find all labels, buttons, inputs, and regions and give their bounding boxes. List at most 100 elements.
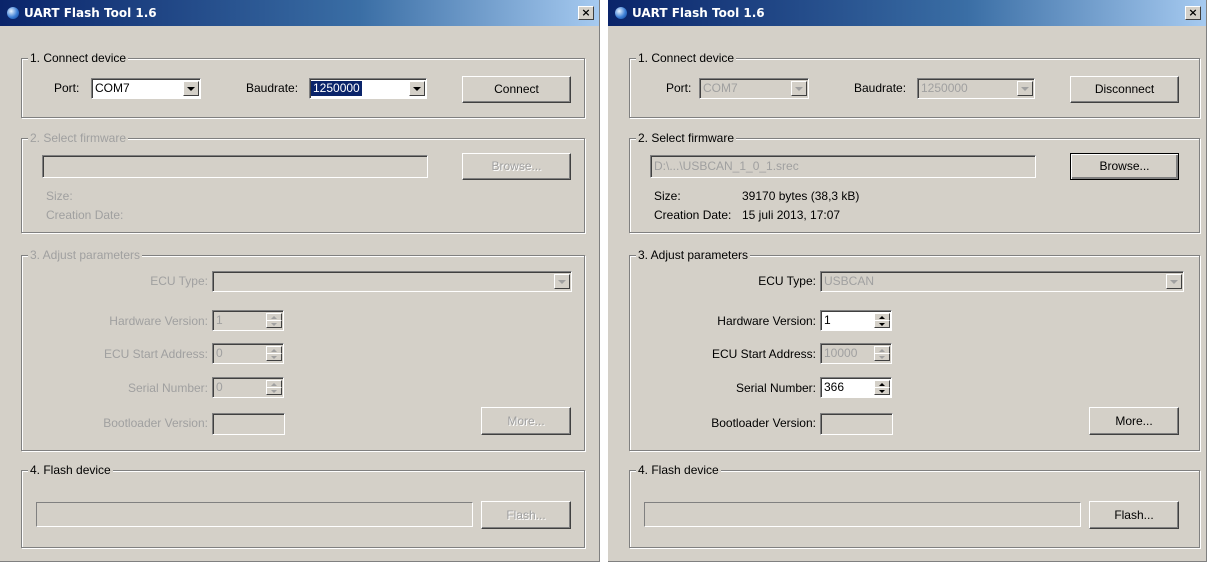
arrow-down-icon: [879, 356, 885, 359]
spin-down-button[interactable]: [874, 320, 890, 328]
port-value: COM7: [703, 81, 738, 95]
baudrate-dropdown[interactable]: 1250000: [917, 78, 1035, 99]
window-title: UART Flash Tool 1.6: [24, 6, 157, 20]
app-icon: [7, 7, 19, 19]
connect-button[interactable]: Connect: [462, 76, 571, 103]
select-firmware-legend: 2. Select firmware: [636, 131, 737, 145]
ecu-type-dropdown[interactable]: [212, 271, 572, 292]
arrow-up-icon: [879, 383, 885, 386]
flash-device-group: 4. Flash device Flash...: [629, 463, 1200, 548]
arrow-up-icon: [271, 349, 277, 352]
arrow-down-icon: [879, 323, 885, 326]
creation-date-value: 15 juli 2013, 17:07: [742, 208, 841, 222]
chevron-down-icon: [413, 86, 421, 91]
connect-device-legend: 1. Connect device: [636, 51, 737, 65]
close-icon[interactable]: ×: [578, 6, 594, 20]
serial-number-spinner[interactable]: 366: [820, 377, 892, 398]
flash-device-group: 4. Flash device Flash...: [21, 463, 585, 548]
hardware-version-spinner[interactable]: 1: [212, 310, 284, 331]
baudrate-dropdown-button[interactable]: [409, 81, 425, 96]
bootloader-version-field: [820, 413, 893, 435]
port-label: Port:: [666, 81, 692, 95]
port-dropdown[interactable]: COM7: [699, 78, 809, 99]
serial-number-label: Serial Number:: [127, 381, 208, 395]
select-firmware-group: 2. Select firmware Browse... Size: Creat…: [21, 131, 585, 233]
adjust-parameters-group: 3. Adjust parameters ECU Type: USBCAN Ha…: [629, 248, 1200, 451]
serial-number-value: 366: [824, 380, 845, 394]
flash-button[interactable]: Flash...: [481, 501, 571, 529]
spin-down-button[interactable]: [266, 320, 282, 328]
arrow-down-icon: [271, 356, 277, 359]
chevron-down-icon: [187, 86, 195, 91]
baudrate-label: Baudrate:: [246, 81, 299, 95]
flash-tool-window-connected: UART Flash Tool 1.6 × 1. Connect device …: [608, 0, 1207, 562]
ecu-start-address-spinner[interactable]: 0: [212, 343, 284, 364]
port-value: COM7: [95, 81, 130, 95]
close-icon[interactable]: ×: [1185, 6, 1201, 20]
connect-device-group: 1. Connect device Port: COM7 Baudrate: 1…: [629, 51, 1200, 118]
select-firmware-legend: 2. Select firmware: [28, 131, 129, 145]
select-firmware-group: 2. Select firmware D:\...\USBCAN_1_0_1.s…: [629, 131, 1200, 233]
port-dropdown-button[interactable]: [791, 81, 807, 96]
flash-button[interactable]: Flash...: [1089, 501, 1179, 529]
browse-button[interactable]: Browse...: [1070, 153, 1179, 180]
flash-device-legend: 4. Flash device: [28, 463, 113, 477]
arrow-up-icon: [879, 349, 885, 352]
arrow-down-icon: [879, 390, 885, 393]
bootloader-version-field: [212, 413, 285, 435]
connect-device-legend: 1. Connect device: [28, 51, 129, 65]
bootloader-version-label: Bootloader Version:: [103, 416, 208, 430]
more-button[interactable]: More...: [1089, 407, 1179, 435]
chevron-down-icon: [795, 86, 803, 91]
ecu-type-dropdown-button[interactable]: [554, 274, 570, 289]
hardware-version-value: 1: [824, 313, 831, 327]
spin-down-button[interactable]: [874, 353, 890, 361]
hardware-version-spinner[interactable]: 1: [820, 310, 892, 331]
spin-down-button[interactable]: [266, 353, 282, 361]
arrow-down-icon: [271, 323, 277, 326]
ecu-start-address-spinner[interactable]: 10000: [820, 343, 892, 364]
serial-number-value: 0: [216, 380, 223, 394]
adjust-parameters-group: 3. Adjust parameters ECU Type: Hardware …: [21, 248, 585, 451]
spin-down-button[interactable]: [266, 387, 282, 395]
port-dropdown-button[interactable]: [183, 81, 199, 96]
app-icon: [615, 7, 627, 19]
hardware-version-value: 1: [216, 313, 223, 327]
title-bar[interactable]: UART Flash Tool 1.6 ×: [0, 0, 599, 26]
chevron-down-icon: [1170, 279, 1178, 284]
creation-date-label: Creation Date:: [46, 208, 124, 222]
ecu-type-dropdown[interactable]: USBCAN: [820, 271, 1184, 292]
more-button[interactable]: More...: [481, 407, 571, 435]
serial-number-label: Serial Number:: [735, 381, 816, 395]
firmware-path-field[interactable]: [42, 155, 428, 178]
disconnect-button[interactable]: Disconnect: [1070, 76, 1179, 103]
window-title: UART Flash Tool 1.6: [632, 6, 765, 20]
creation-date-label: Creation Date:: [654, 208, 732, 222]
ecu-start-address-value: 0: [216, 346, 223, 360]
spin-down-button[interactable]: [874, 387, 890, 395]
adjust-parameters-legend: 3. Adjust parameters: [636, 248, 751, 262]
baudrate-dropdown-button[interactable]: [1017, 81, 1033, 96]
ecu-type-label: ECU Type:: [758, 274, 816, 288]
arrow-up-icon: [271, 383, 277, 386]
adjust-parameters-legend: 3. Adjust parameters: [28, 248, 143, 262]
firmware-path-field[interactable]: D:\...\USBCAN_1_0_1.srec: [650, 155, 1036, 178]
browse-button[interactable]: Browse...: [462, 153, 571, 180]
baudrate-dropdown[interactable]: 1250000: [309, 78, 427, 99]
ecu-type-dropdown-button[interactable]: [1166, 274, 1182, 289]
size-value: 39170 bytes (38,3 kB): [742, 189, 860, 203]
size-label: Size:: [46, 189, 73, 203]
chevron-down-icon: [558, 279, 566, 284]
flash-progress-bar: [36, 502, 473, 527]
hardware-version-label: Hardware Version:: [109, 314, 208, 328]
ecu-start-address-value: 10000: [824, 346, 858, 360]
flash-device-legend: 4. Flash device: [636, 463, 721, 477]
size-label: Size:: [654, 189, 681, 203]
flash-progress-bar: [644, 502, 1081, 527]
port-dropdown[interactable]: COM7: [91, 78, 201, 99]
title-bar[interactable]: UART Flash Tool 1.6 ×: [608, 0, 1206, 26]
serial-number-spinner[interactable]: 0: [212, 377, 284, 398]
arrow-down-icon: [271, 390, 277, 393]
baudrate-label: Baudrate:: [854, 81, 907, 95]
chevron-down-icon: [1021, 86, 1029, 91]
